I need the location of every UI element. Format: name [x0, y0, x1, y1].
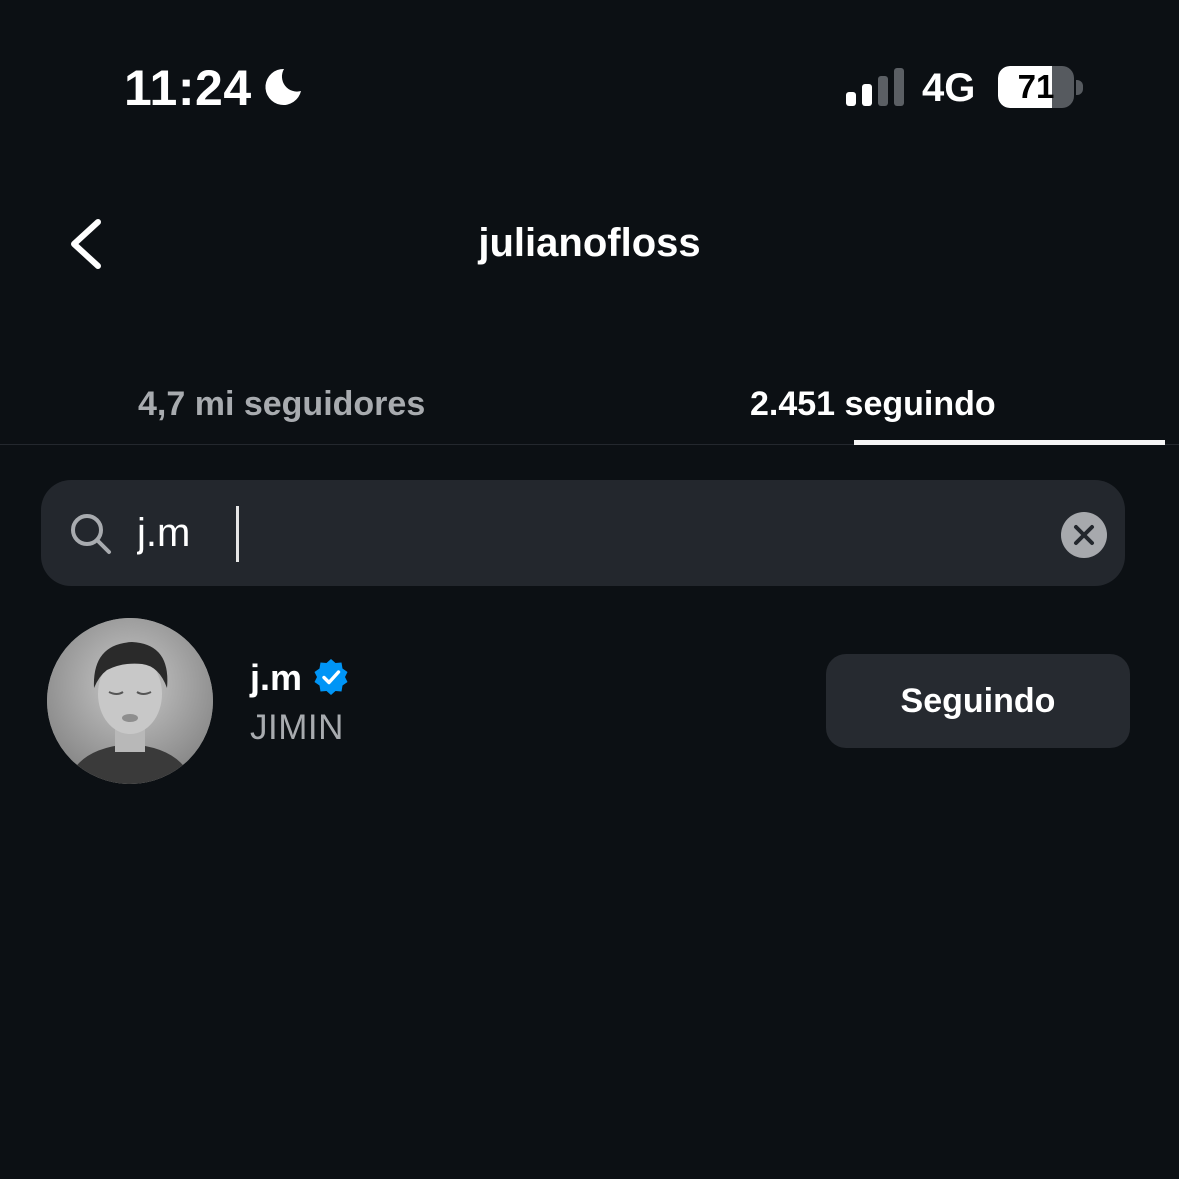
- search-icon: [71, 514, 111, 554]
- network-type: 4G: [922, 66, 976, 110]
- text-caret: [236, 506, 239, 562]
- search-input[interactable]: [137, 498, 1017, 568]
- result-full-name: JIMIN: [250, 708, 344, 747]
- following-button[interactable]: Seguindo: [826, 654, 1130, 748]
- result-username[interactable]: j.m: [250, 656, 302, 700]
- verified-badge-icon: [314, 659, 348, 695]
- avatar[interactable]: [47, 618, 213, 784]
- tab-active-indicator: [854, 440, 1165, 445]
- close-circle-icon[interactable]: [1061, 512, 1107, 558]
- battery-icon: 71: [998, 66, 1074, 108]
- battery-tip: [1076, 80, 1083, 95]
- search-bar[interactable]: [41, 480, 1125, 586]
- status-time: 11:24: [124, 60, 252, 116]
- page-title: julianofloss: [478, 221, 701, 265]
- profile-photo: [47, 618, 213, 784]
- tab-followers[interactable]: 4,7 mi seguidores: [138, 382, 425, 426]
- battery-level: 71: [1017, 68, 1055, 105]
- signal-icon: [846, 68, 904, 106]
- tab-following[interactable]: 2.451 seguindo: [750, 382, 996, 426]
- moon-icon: [265, 68, 301, 105]
